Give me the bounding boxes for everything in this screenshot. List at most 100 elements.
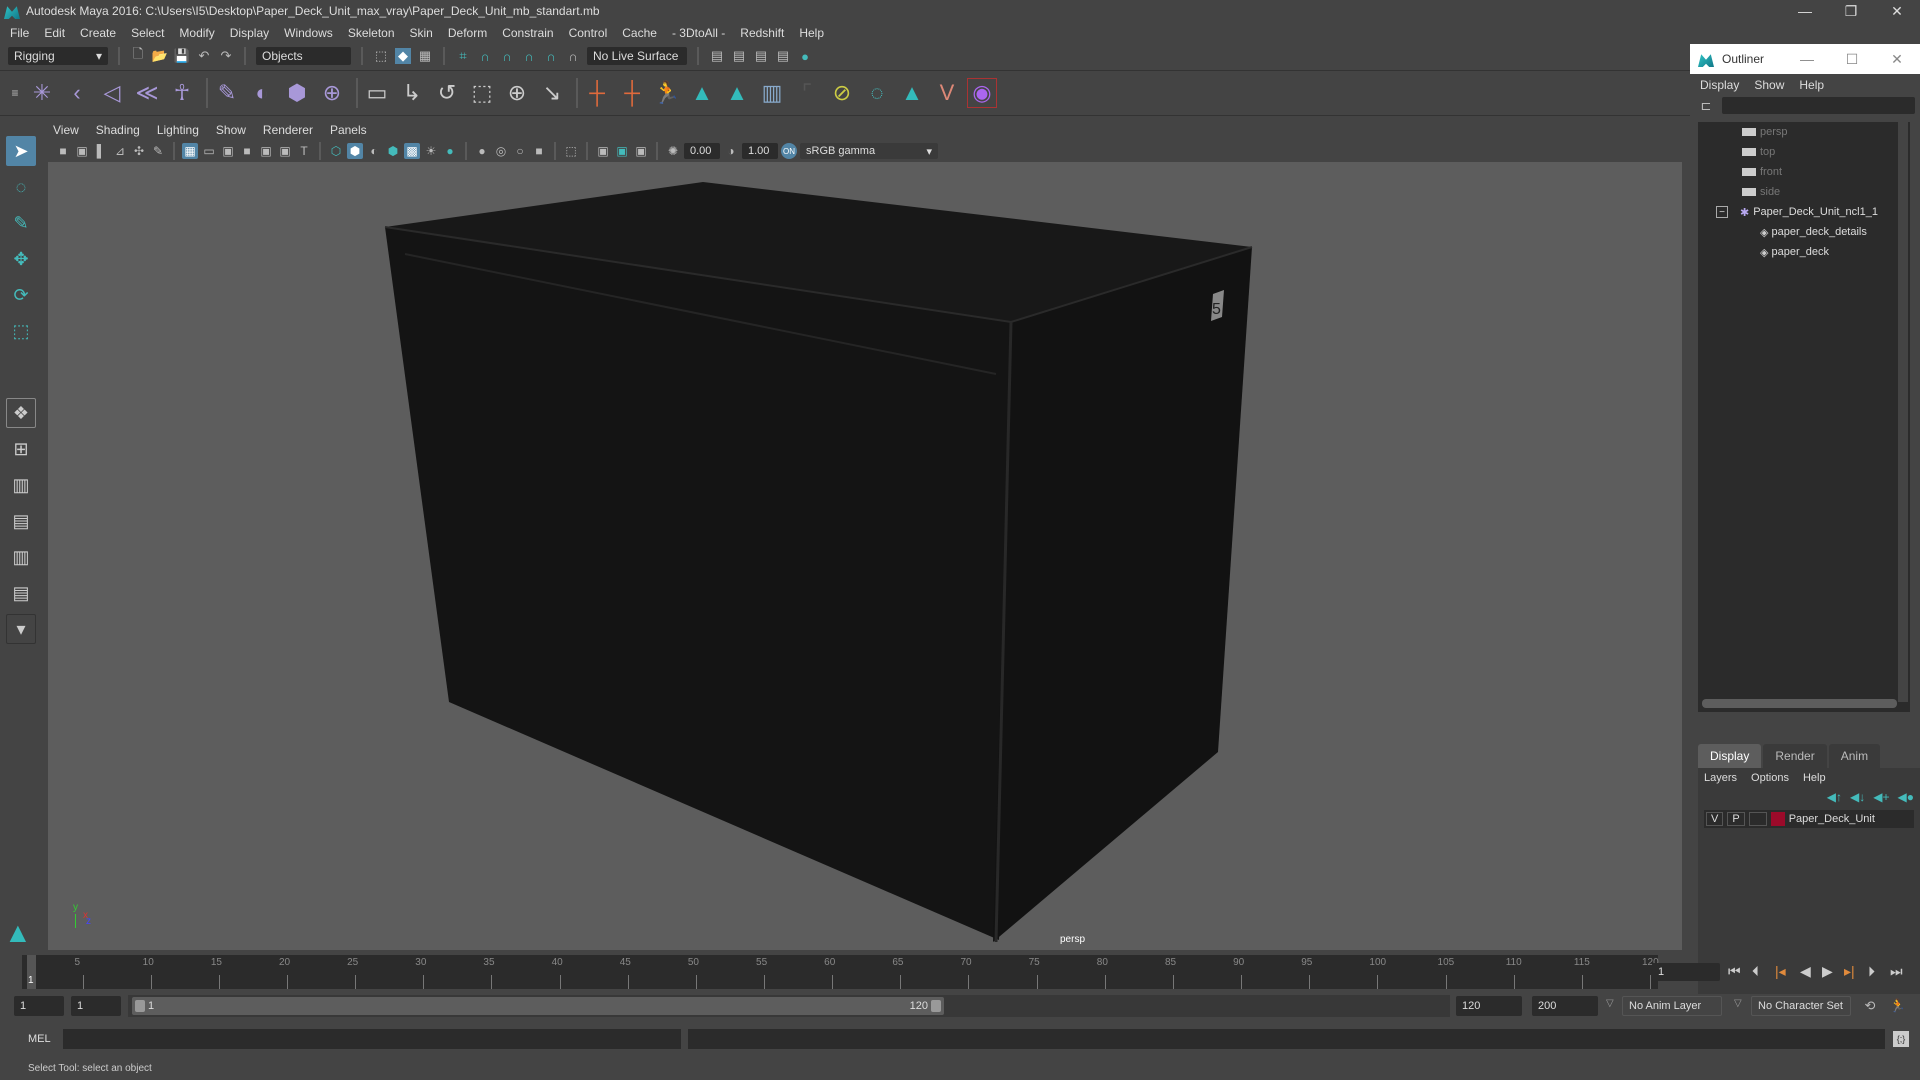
scale-constraint-icon[interactable]: ⬚ bbox=[467, 78, 497, 108]
move-layer-down-icon[interactable]: ◀↓ bbox=[1850, 790, 1865, 804]
go-to-end-icon[interactable]: ⏭ bbox=[1890, 963, 1903, 980]
point-constraint-icon[interactable]: ↳ bbox=[397, 78, 427, 108]
parent-constraint-icon[interactable]: ▭ bbox=[362, 78, 392, 108]
save-scene-icon[interactable]: 💾 bbox=[174, 48, 190, 64]
default-material-icon[interactable]: ◐ bbox=[366, 143, 382, 159]
layer-row[interactable]: V P Paper_Deck_Unit bbox=[1704, 810, 1914, 828]
layout-menu-icon[interactable]: ▾ bbox=[6, 614, 36, 644]
layer-menu-help[interactable]: Help bbox=[1803, 772, 1826, 784]
anti-aliasing-icon[interactable]: ○ bbox=[512, 143, 528, 159]
anim-layer-chevron-icon[interactable]: ▽ bbox=[1606, 998, 1614, 1009]
driven-key-icon[interactable]: ┼ bbox=[617, 78, 647, 108]
bind-skin-icon[interactable]: ◐ bbox=[247, 78, 277, 108]
select-by-hierarchy-icon[interactable]: ⬚ bbox=[373, 48, 389, 64]
select-by-object-icon[interactable]: ◆ bbox=[395, 48, 411, 64]
gate-mask-icon[interactable]: ■ bbox=[239, 143, 255, 159]
minimize-button[interactable]: — bbox=[1782, 0, 1828, 22]
menu-select[interactable]: Select bbox=[131, 26, 164, 40]
menu-deform[interactable]: Deform bbox=[448, 26, 487, 40]
layer-reference-toggle[interactable] bbox=[1748, 812, 1767, 826]
animation-prefs-icon[interactable]: 🏃 bbox=[1890, 998, 1906, 1014]
new-scene-icon[interactable]: 🗋 bbox=[130, 46, 146, 64]
menu-windows[interactable]: Windows bbox=[284, 26, 333, 40]
outliner-filter-icon[interactable]: ⊏ bbox=[1698, 98, 1714, 114]
graph-editor-icon[interactable]: ▥ bbox=[757, 78, 787, 108]
menu-redshift[interactable]: Redshift bbox=[740, 26, 784, 40]
persp-graph-layout-icon[interactable]: ▤ bbox=[6, 506, 36, 536]
outliner-item-group[interactable]: − ✱ Paper_Deck_Unit_ncl1_1 bbox=[1698, 202, 1910, 222]
cmd-language-label[interactable]: MEL bbox=[28, 1033, 51, 1045]
snap-view-plane-icon[interactable]: ∩ bbox=[521, 48, 537, 64]
outliner-menu-help[interactable]: Help bbox=[1799, 78, 1824, 92]
grease-pencil-icon[interactable]: ✎ bbox=[150, 143, 166, 159]
ik-spline-icon[interactable]: ≪ bbox=[132, 78, 162, 108]
menu-cache[interactable]: Cache bbox=[622, 26, 657, 40]
ambient-occlusion-icon[interactable]: ● bbox=[474, 143, 490, 159]
outliner-item-front[interactable]: front bbox=[1698, 162, 1910, 182]
time-slider[interactable]: 5 10 15 20 25 30 35 40 45 50 55 60 65 70 75 80 85 90 95 100… bbox=[22, 955, 1659, 989]
menu-help[interactable]: Help bbox=[799, 26, 824, 40]
step-forward-key-icon[interactable]: ▸| bbox=[1844, 963, 1855, 980]
outliner-menu-show[interactable]: Show bbox=[1754, 78, 1784, 92]
outliner-minimize-button[interactable]: — bbox=[1792, 44, 1822, 74]
camera-attributes-icon[interactable]: ▣ bbox=[74, 143, 90, 159]
bookmark-icon[interactable]: ▌ bbox=[93, 143, 109, 159]
aim-constraint-icon[interactable]: ⊕ bbox=[502, 78, 532, 108]
ik-handle-icon[interactable]: ◁ bbox=[97, 78, 127, 108]
isolate-select-icon[interactable]: ⬚ bbox=[563, 143, 579, 159]
scale-tool-icon[interactable]: ⬚ bbox=[6, 316, 36, 346]
menu-constrain[interactable]: Constrain bbox=[502, 26, 553, 40]
outliner-item-mesh[interactable]: ◈ paper_deck bbox=[1698, 242, 1910, 262]
step-back-key-icon[interactable]: |◂ bbox=[1775, 963, 1786, 980]
new-layer-selected-icon[interactable]: ◀● bbox=[1898, 790, 1914, 804]
maya-logo-shelf-icon[interactable]: ▲ bbox=[897, 78, 927, 108]
render-current-icon[interactable]: ▤ bbox=[731, 48, 747, 64]
move-tool-icon[interactable]: ✥ bbox=[6, 244, 36, 274]
step-back-frame-icon[interactable]: ⏴ bbox=[1752, 963, 1759, 980]
render-settings-icon[interactable]: ▤ bbox=[775, 48, 791, 64]
tab-display[interactable]: Display bbox=[1698, 744, 1762, 768]
character-icon[interactable]: 🏃 bbox=[652, 78, 682, 108]
outliner-vertical-scrollbar[interactable] bbox=[1898, 122, 1908, 702]
playback-start-field[interactable]: 1 bbox=[71, 996, 121, 1016]
menu-display[interactable]: Display bbox=[230, 26, 269, 40]
restore-button[interactable]: ❐ bbox=[1828, 0, 1874, 22]
snap-curve-icon[interactable]: ∩ bbox=[477, 48, 493, 64]
script-editor-icon[interactable]: {;} bbox=[1893, 1031, 1909, 1047]
snap-grid-icon[interactable]: ⌗ bbox=[455, 48, 471, 64]
tab-render[interactable]: Render bbox=[1763, 744, 1827, 768]
outliner-menu-display[interactable]: Display bbox=[1700, 78, 1739, 92]
smooth-shade-icon[interactable]: ⬢ bbox=[347, 143, 363, 159]
menu-create[interactable]: Create bbox=[80, 26, 116, 40]
close-button[interactable]: ✕ bbox=[1874, 0, 1920, 22]
hypershade-icon[interactable]: ● bbox=[797, 48, 813, 64]
render-view-icon[interactable]: ▤ bbox=[709, 48, 725, 64]
color-space-dropdown[interactable]: sRGB gamma ▾ bbox=[800, 143, 938, 159]
layer-delete-icon[interactable]: ⊘ bbox=[827, 78, 857, 108]
layer-color-swatch[interactable] bbox=[1770, 812, 1785, 826]
lasso-tool-icon[interactable]: ◌ bbox=[6, 172, 36, 202]
pole-vector-icon[interactable]: ↘ bbox=[537, 78, 567, 108]
open-scene-icon[interactable]: 📂 bbox=[152, 48, 168, 64]
character-set-dropdown[interactable]: No Character Set bbox=[1751, 996, 1851, 1016]
paint-select-tool-icon[interactable]: ✎ bbox=[6, 208, 36, 238]
field-chart-icon[interactable]: ▣ bbox=[258, 143, 274, 159]
tab-anim[interactable]: Anim bbox=[1828, 744, 1881, 768]
menu-modify[interactable]: Modify bbox=[179, 26, 214, 40]
viewport-menu-renderer[interactable]: Renderer bbox=[263, 123, 313, 137]
layer-menu-options[interactable]: Options bbox=[1751, 772, 1789, 784]
vertex-icon[interactable]: V bbox=[932, 78, 962, 108]
xray-active-icon[interactable]: ▣ bbox=[633, 143, 649, 159]
select-tool-icon[interactable]: ➤ bbox=[6, 136, 36, 166]
snap-point-icon[interactable]: ∩ bbox=[499, 48, 515, 64]
character-set-chevron-icon[interactable]: ▽ bbox=[1734, 998, 1742, 1009]
menu-control[interactable]: Control bbox=[569, 26, 608, 40]
gamma-field[interactable]: 1.00 bbox=[742, 143, 778, 159]
single-pane-layout-icon[interactable]: ❖ bbox=[6, 398, 36, 428]
viewport-menu-view[interactable]: View bbox=[53, 123, 79, 137]
use-all-lights-icon[interactable]: ☀ bbox=[423, 143, 439, 159]
grid-icon[interactable]: ▦ bbox=[182, 143, 198, 159]
play-forwards-icon[interactable]: ▶ bbox=[1822, 963, 1833, 980]
collapse-toggle-icon[interactable]: − bbox=[1716, 206, 1728, 218]
outliner-item-top[interactable]: top bbox=[1698, 142, 1910, 162]
